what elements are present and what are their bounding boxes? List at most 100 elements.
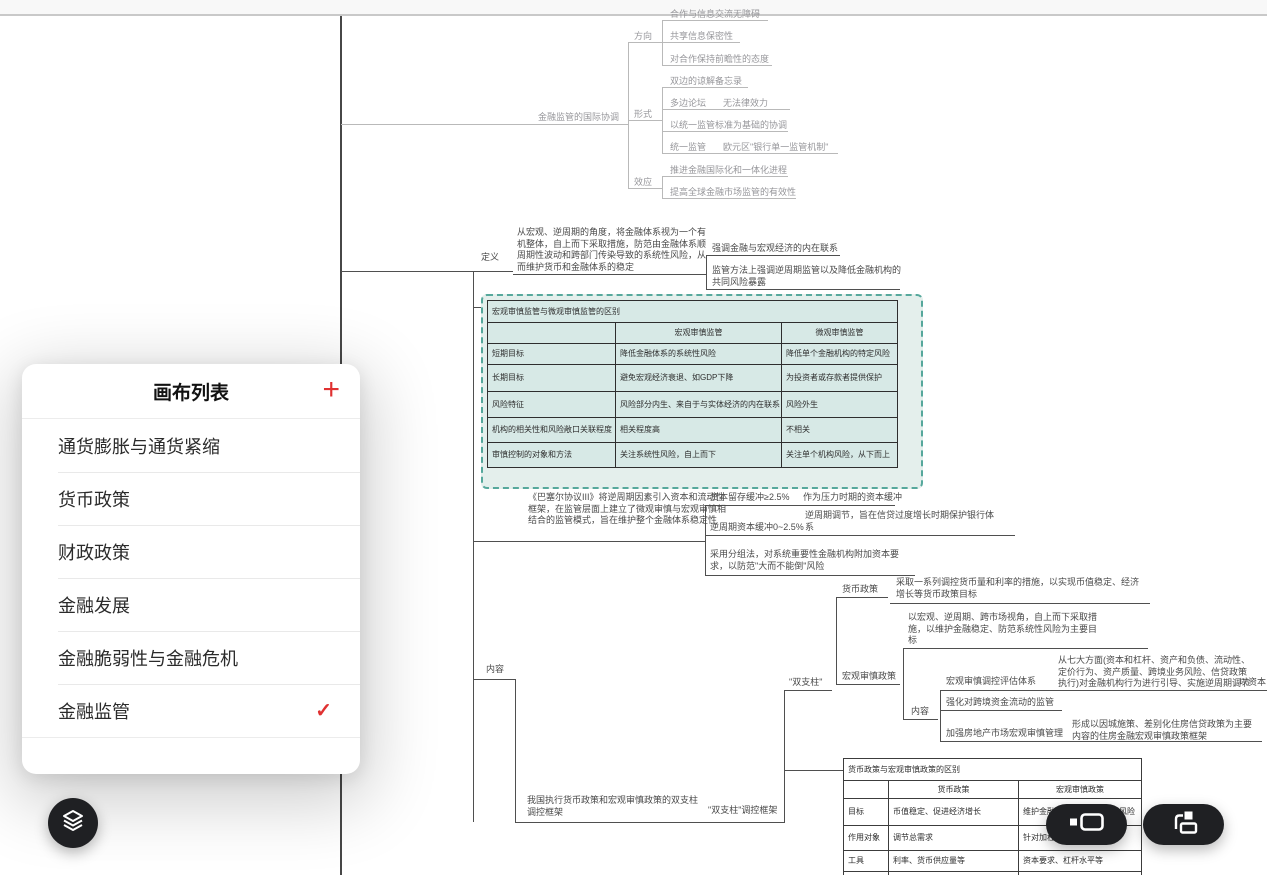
node-leaf[interactable]: 统一监管 [670,142,706,154]
node-leaf[interactable]: 强调金融与宏观经济的内在联系 [712,243,838,255]
canvas-name: 货币政策 [58,486,130,512]
canvas-list-item[interactable]: 通货膨胀与通货紧缩 [22,419,360,472]
branch-line [706,289,900,290]
canvas-list-item[interactable]: 货币政策 [22,472,360,525]
canvas-list-item-selected[interactable]: 金融监管 ✓ [22,684,360,737]
table-title: 货币政策与宏观审慎政策的区别 [843,758,1141,780]
node-leaf[interactable]: 作为压力时期的资本缓冲 [803,492,902,504]
branch-line [784,690,832,691]
table-header: 货币政策 [888,780,1018,798]
branch-line [341,271,513,272]
node-dual-pillar-framework[interactable]: "双支柱"调控框架 [708,805,777,817]
branch-line [940,710,1062,711]
table-cell: 相关程度高 [615,417,781,442]
branch-line [662,20,663,66]
node-leaf[interactable]: 逆周期资本缓冲0~2.5% [710,522,804,534]
add-canvas-button[interactable]: + [322,372,340,408]
table-cell: 风险特征 [487,391,615,417]
node-content[interactable]: 内容 [486,664,504,676]
table-cell: 关注系统性风险，自上而下 [615,442,781,467]
node-form[interactable]: 形式 [634,109,652,121]
node-leaf[interactable]: 采用分组法，对系统重要性金融机构附加资本要求，以防范"大而不能倒"风险 [710,549,915,572]
node-leaf[interactable]: 多边论坛 [670,98,706,110]
table-cell: 不相关 [781,417,897,442]
branch-line [706,255,840,256]
mindmap-canvas[interactable]: 金融监管的国际协调 方向 合作与信息交流无障碍 共享信息保密性 对合作保持前瞻性… [0,0,1267,875]
node-china-framework[interactable]: 我国执行货币政策和宏观审慎政策的双支柱调控框架 [527,795,703,818]
table-cell: 审慎控制的对象和方法 [487,442,615,467]
node-basel-text[interactable]: 《巴塞尔协议III》将逆周期因素引入资本和流动性框架，在监管层面上建立了微观审慎… [528,492,728,527]
layers-button[interactable] [48,798,98,848]
node-leaf[interactable]: 形成以因城施策、差别化住房信贷政策为主要内容的住房金融宏观审慎政策框架 [1072,719,1258,742]
sibling-node-icon [1069,811,1105,838]
node-leaf[interactable]: 资本留存缓冲≥2.5% [710,492,789,504]
branch-line [473,271,474,822]
canvas-list: 通货膨胀与通货紧缩 货币政策 财政政策 金融发展 金融脆弱性与金融危机 金融监管… [22,418,360,738]
table-cell [1018,871,1141,875]
branch-line [515,822,785,823]
node-leaf[interactable]: 强化对跨境资金流动的监管 [946,697,1054,709]
table-cell: 工具 [843,850,888,871]
branch-line [513,274,706,275]
canvas-name: 金融发展 [58,592,130,618]
branch-line [903,648,1148,649]
branch-line [628,42,629,188]
node-leaf[interactable]: 从七大方面(资本和杠杆、资产和负债、流动性、定价行为、资产质量、跨境业务风险、信… [1058,655,1254,690]
table-cell: 长期目标 [487,364,615,391]
node-leaf[interactable]: 双边的谅解备忘录 [670,76,742,88]
branch-line [890,603,1150,604]
canvas-list-item[interactable]: 金融发展 [22,578,360,631]
node-direction[interactable]: 方向 [634,31,652,43]
branch-line [784,770,843,771]
table-cell [888,871,1018,875]
canvas-list-item[interactable]: 财政政策 [22,525,360,578]
branch-line [662,176,663,198]
node-leaf[interactable]: 对合作保持前瞻性的态度 [670,54,769,66]
table-cell: 风险外生 [781,391,897,417]
node-leaf[interactable]: 欧元区"银行单一监管机制" [723,142,828,154]
node-leaf[interactable]: 合作与信息交流无障碍 [670,9,760,21]
node-intl-coordination[interactable]: 金融监管的国际协调 [538,112,619,124]
table-title: 宏观审慎监管与微观审慎监管的区别 [487,300,897,322]
node-leaf[interactable]: 无法律效力 [723,98,768,110]
node-leaf[interactable]: 采取一系列调控货币量和利率的措施，以实现币值稳定、经济增长等货币政策目标 [896,577,1146,600]
table-cell [843,780,888,798]
node-leaf[interactable]: 以统一监管标准为基础的协调 [670,120,787,132]
canvas-name: 财政政策 [58,539,130,565]
panel-header: 画布列表 + [22,364,360,418]
canvas-list-item[interactable]: 金融脆弱性与金融危机 [22,631,360,684]
table-cell: 目标 [843,798,888,825]
branch-line [836,597,837,684]
node-mp-content[interactable]: 内容 [911,706,929,718]
comparison-table[interactable]: 宏观审慎监管与微观审慎监管的区别 宏观审慎监管 微观审慎监管 短期目标 降低金融… [487,300,898,468]
add-sibling-node-button[interactable] [1046,804,1127,845]
node-leaf[interactable]: 以资本 [1239,677,1266,689]
node-definition[interactable]: 定义 [481,252,499,264]
node-dual-pillar[interactable]: "双支柱" [789,677,822,689]
table-cell: 关注单个机构风险，从下而上 [781,442,897,467]
branch-line [473,679,515,680]
node-leaf[interactable]: 共享信息保密性 [670,31,733,43]
layers-icon [59,807,87,840]
node-leaf[interactable]: 推进金融国际化和一体化进程 [670,165,787,177]
add-child-node-button[interactable] [1143,804,1224,845]
node-leaf[interactable]: 监管方法上强调逆周期监管以及降低金融机构的共同风险暴露 [712,265,902,288]
node-definition-text[interactable]: 从宏观、逆周期的角度，将金融体系视为一个有机整体，自上而下采取措施，防范由金融体… [517,227,707,273]
table-header: 宏观审慎监管 [615,322,781,343]
node-leaf[interactable]: 提高全球金融市场监管的有效性 [670,187,796,199]
node-leaf[interactable]: 宏观审慎调控评估体系 [946,676,1036,688]
node-effect[interactable]: 效应 [634,177,652,189]
table-cell: 避免宏观经济衰退、如GDP下降 [615,364,781,391]
branch-line [705,535,1015,536]
canvas-name: 金融监管 [58,698,130,724]
branch-line [903,719,938,720]
node-monetary-policy[interactable]: 货币政策 [842,584,878,596]
branch-line [836,597,888,598]
table-cell: 短期目标 [487,343,615,364]
node-leaf[interactable]: 加强房地产市场宏观审慎管理 [946,728,1063,740]
check-icon: ✓ [315,698,332,723]
table-cell: 调节总需求 [888,825,1018,850]
node-macroprudential-policy[interactable]: 宏观审慎政策 [842,671,896,683]
node-leaf[interactable]: 逆周期调节，旨在信贷过度增长时期保护银行体系 [805,510,1000,533]
node-leaf[interactable]: 以宏观、逆周期、跨市场视角，自上而下采取措施，以维护金融稳定、防范系统性风险为主… [908,612,1098,647]
